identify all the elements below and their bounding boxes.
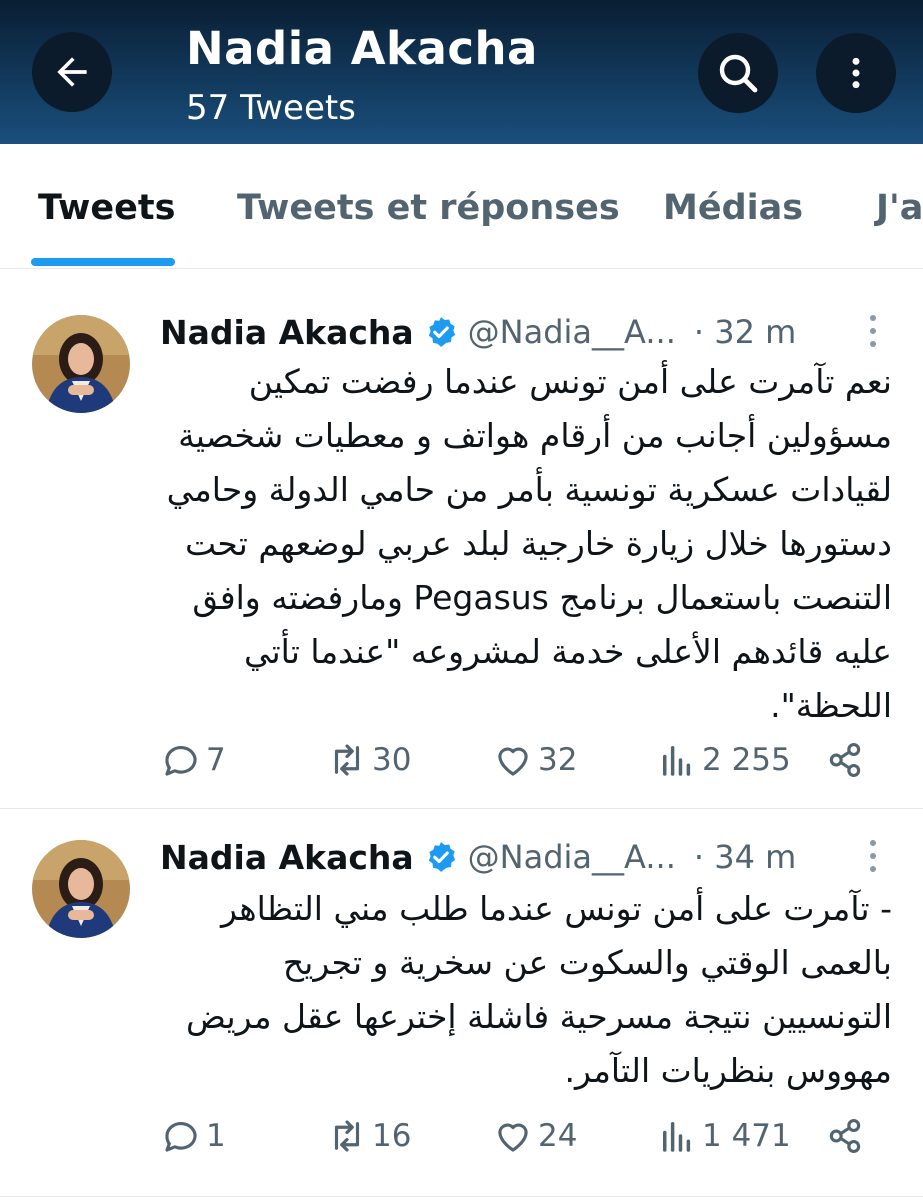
- tweet-text: - تآمرت على أمن تونس عندما طلب مني التظا…: [186, 889, 892, 1090]
- view-count: 1 471: [702, 1118, 791, 1154]
- like-button[interactable]: 32: [492, 737, 577, 783]
- tab-media[interactable]: Médias: [663, 188, 803, 228]
- search-button[interactable]: [698, 33, 778, 113]
- retweet-icon: [334, 1120, 360, 1152]
- more-vertical-icon[interactable]: [858, 836, 888, 876]
- retweet-icon: [334, 744, 360, 776]
- views-button[interactable]: 1 471: [656, 1113, 791, 1159]
- profile-name: Nadia Akacha: [186, 22, 538, 75]
- author-name[interactable]: Nadia Akacha: [160, 313, 414, 352]
- reply-count: 7: [206, 742, 226, 778]
- tweet-actions: 1 16 24 1 471: [160, 1113, 900, 1159]
- more-vertical-icon: [852, 57, 860, 89]
- tweet-text: نعم تآمرت على أمن تونس عندما رفضت تمكين …: [166, 362, 892, 725]
- avatar[interactable]: [32, 840, 130, 938]
- tweet-time[interactable]: · 32 m: [694, 313, 796, 351]
- author-name[interactable]: Nadia Akacha: [160, 838, 414, 877]
- retweet-button[interactable]: 30: [326, 737, 411, 783]
- share-icon[interactable]: [824, 1115, 866, 1157]
- tab-likes[interactable]: J'a: [876, 188, 923, 228]
- profile-tabs: Tweets Tweets et réponses Médias J'a: [0, 144, 923, 269]
- tweet-actions: 7 30 32 2 255: [160, 737, 900, 783]
- arrow-left-icon: [57, 57, 87, 87]
- views-button[interactable]: 2 255: [656, 737, 791, 783]
- back-button[interactable]: [32, 32, 112, 112]
- tab-tweets-and-replies[interactable]: Tweets et réponses: [237, 188, 620, 228]
- tweet-header: Nadia Akacha @Nadia__A... · 34 m: [160, 834, 796, 880]
- avatar[interactable]: [32, 315, 130, 413]
- share-icon[interactable]: [824, 739, 866, 781]
- author-handle[interactable]: @Nadia__A...: [468, 313, 676, 351]
- profile-header: Nadia Akacha 57 Tweets: [0, 0, 923, 144]
- more-options-button[interactable]: [816, 33, 896, 113]
- tweet-time[interactable]: · 34 m: [694, 838, 796, 876]
- divider: [0, 808, 923, 809]
- heart-icon: [498, 1123, 528, 1152]
- retweet-button[interactable]: 16: [326, 1113, 411, 1159]
- tweet[interactable]: Nadia Akacha @Nadia__A... · 34 m - تآمرت…: [0, 810, 923, 1198]
- like-count: 32: [538, 742, 578, 778]
- like-button[interactable]: 24: [492, 1113, 577, 1159]
- reply-icon: [165, 1122, 197, 1152]
- tab-tweets[interactable]: Tweets: [38, 188, 175, 228]
- reply-button[interactable]: 1: [160, 1113, 226, 1159]
- reply-count: 1: [206, 1118, 226, 1154]
- view-count: 2 255: [702, 742, 791, 778]
- reply-button[interactable]: 7: [160, 737, 226, 783]
- verified-badge-icon: [428, 317, 455, 347]
- search-icon: [719, 54, 758, 93]
- more-vertical-icon[interactable]: [858, 311, 888, 351]
- author-handle[interactable]: @Nadia__A...: [468, 838, 676, 876]
- reply-icon: [165, 746, 197, 776]
- verified-badge-icon: [428, 842, 455, 872]
- divider: [0, 1196, 923, 1197]
- retweet-count: 30: [372, 742, 412, 778]
- retweet-count: 16: [372, 1118, 412, 1154]
- active-tab-indicator: [31, 258, 175, 266]
- heart-icon: [498, 747, 528, 776]
- tweet-header: Nadia Akacha @Nadia__A... · 32 m: [160, 309, 796, 355]
- like-count: 24: [538, 1118, 578, 1154]
- tweet-count: 57 Tweets: [186, 88, 356, 128]
- tweet[interactable]: Nadia Akacha @Nadia__A... · 32 m نعم تآم…: [0, 285, 923, 807]
- views-icon: [663, 1122, 691, 1152]
- views-icon: [663, 746, 691, 776]
